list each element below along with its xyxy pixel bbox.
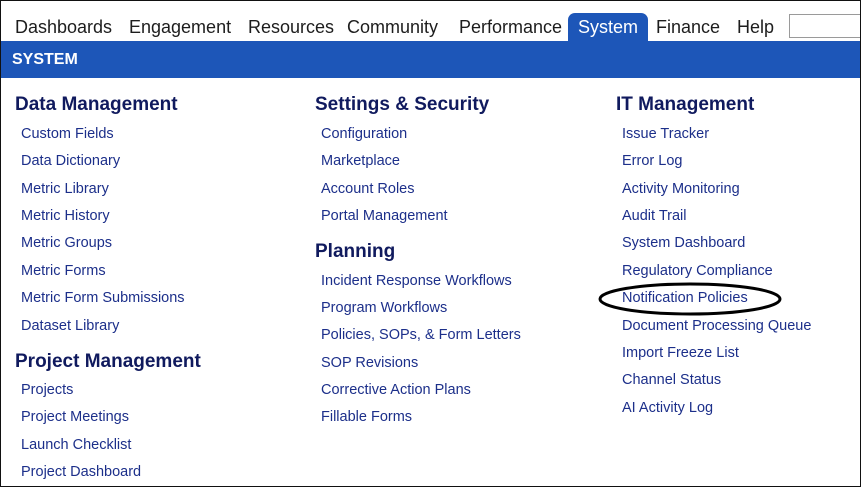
link-dataset-library[interactable]: Dataset Library <box>21 318 119 334</box>
link-metric-groups[interactable]: Metric Groups <box>21 235 112 251</box>
nav-tab-finance[interactable]: Finance <box>656 13 720 41</box>
link-project-dashboard[interactable]: Project Dashboard <box>21 464 141 480</box>
link-policies-sops-form-letters[interactable]: Policies, SOPs, & Form Letters <box>321 327 521 343</box>
link-system-dashboard[interactable]: System Dashboard <box>622 235 745 251</box>
nav-tab-engagement[interactable]: Engagement <box>129 13 231 41</box>
link-corrective-action-plans[interactable]: Corrective Action Plans <box>321 382 471 398</box>
link-audit-trail[interactable]: Audit Trail <box>622 208 686 224</box>
link-data-dictionary[interactable]: Data Dictionary <box>21 153 120 169</box>
link-metric-library[interactable]: Metric Library <box>21 181 109 197</box>
link-program-workflows[interactable]: Program Workflows <box>321 300 447 316</box>
heading-it-management: IT Management <box>616 94 755 115</box>
link-issue-tracker[interactable]: Issue Tracker <box>622 126 709 142</box>
link-marketplace[interactable]: Marketplace <box>321 153 400 169</box>
section-title-bar: SYSTEM <box>1 41 860 78</box>
link-import-freeze-list[interactable]: Import Freeze List <box>622 345 739 361</box>
link-notification-policies[interactable]: Notification Policies <box>622 290 748 306</box>
nav-tab-performance[interactable]: Performance <box>459 13 562 41</box>
link-project-meetings[interactable]: Project Meetings <box>21 409 129 425</box>
link-document-processing-queue[interactable]: Document Processing Queue <box>622 318 811 334</box>
link-sop-revisions[interactable]: SOP Revisions <box>321 355 418 371</box>
heading-settings-security: Settings & Security <box>315 94 490 115</box>
link-regulatory-compliance[interactable]: Regulatory Compliance <box>622 263 773 279</box>
link-fillable-forms[interactable]: Fillable Forms <box>321 409 412 425</box>
link-channel-status[interactable]: Channel Status <box>622 372 721 388</box>
nav-tab-dashboards[interactable]: Dashboards <box>15 13 112 41</box>
link-projects[interactable]: Projects <box>21 382 73 398</box>
nav-tab-help[interactable]: Help <box>737 13 774 41</box>
link-activity-monitoring[interactable]: Activity Monitoring <box>622 181 740 197</box>
link-ai-activity-log[interactable]: AI Activity Log <box>622 400 713 416</box>
search-input[interactable] <box>789 14 860 38</box>
link-custom-fields[interactable]: Custom Fields <box>21 126 114 142</box>
heading-project-management: Project Management <box>15 351 201 372</box>
link-account-roles[interactable]: Account Roles <box>321 181 415 197</box>
link-metric-form-submissions[interactable]: Metric Form Submissions <box>21 290 185 306</box>
link-launch-checklist[interactable]: Launch Checklist <box>21 437 131 453</box>
nav-tab-resources[interactable]: Resources <box>248 13 334 41</box>
heading-planning: Planning <box>315 241 396 262</box>
nav-tab-system[interactable]: System <box>568 13 649 41</box>
link-metric-forms[interactable]: Metric Forms <box>21 263 106 279</box>
link-error-log[interactable]: Error Log <box>622 153 682 169</box>
link-incident-response-workflows[interactable]: Incident Response Workflows <box>321 273 512 289</box>
window-frame: Dashboards Engagement Resources Communit… <box>0 0 861 487</box>
link-portal-management[interactable]: Portal Management <box>321 208 448 224</box>
nav-tab-community[interactable]: Community <box>347 13 438 41</box>
link-metric-history[interactable]: Metric History <box>21 208 110 224</box>
heading-data-management: Data Management <box>15 94 178 115</box>
top-nav: Dashboards Engagement Resources Communit… <box>1 13 860 41</box>
link-configuration[interactable]: Configuration <box>321 126 407 142</box>
